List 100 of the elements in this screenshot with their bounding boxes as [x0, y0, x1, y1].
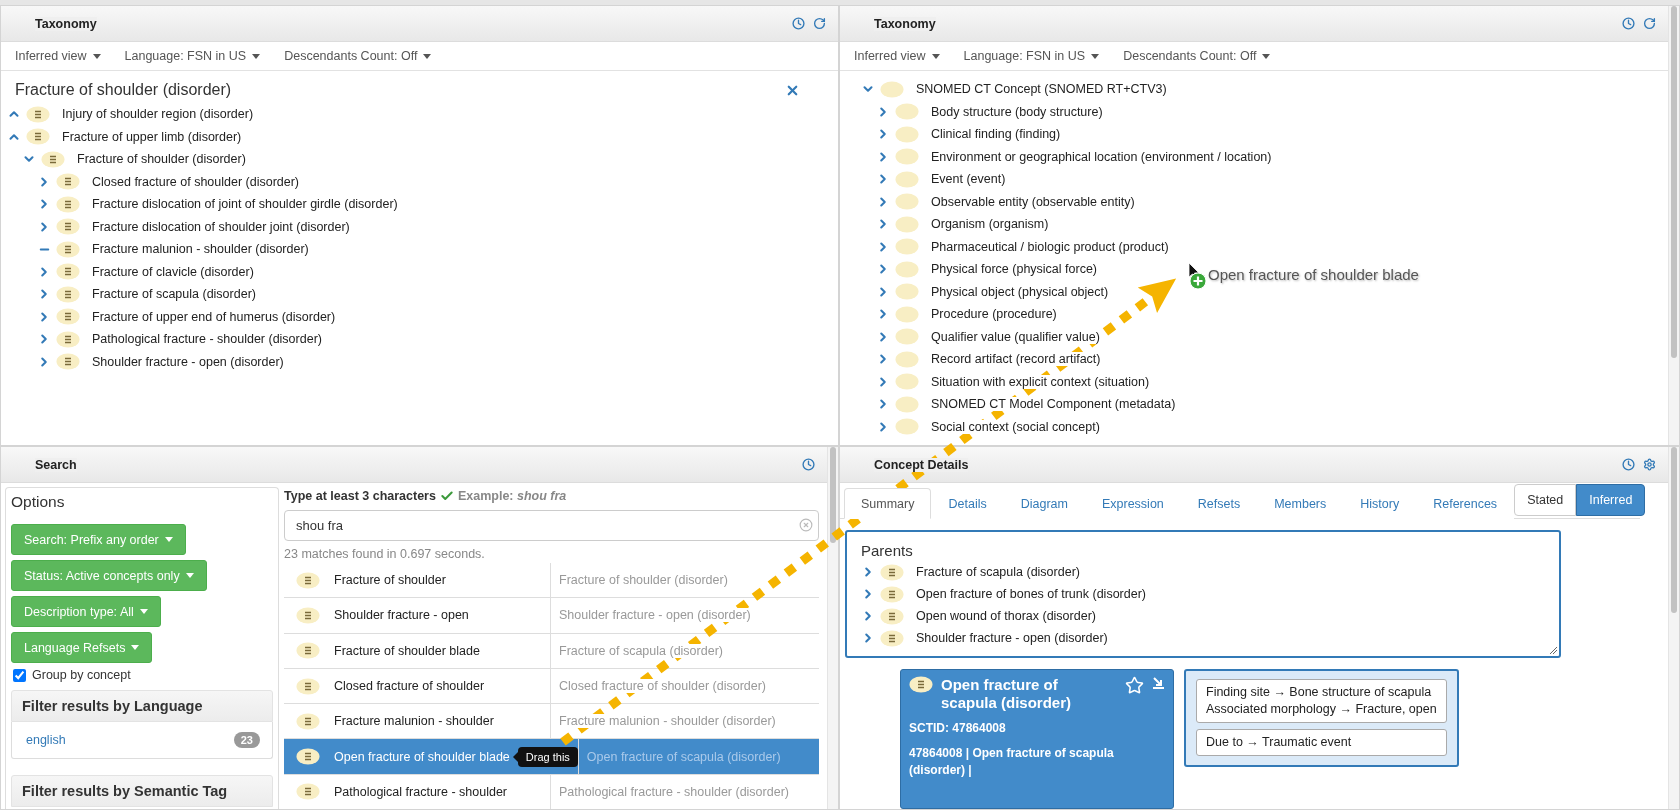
caret-icon [92, 53, 101, 59]
result-row[interactable]: Open fracture of shoulder blade Drag this Open fracture of scapula (disorder) [284, 739, 819, 775]
scrollbar[interactable] [827, 447, 838, 809]
scrollbar-thumb[interactable] [1671, 6, 1677, 358]
result-fsn: Shoulder fracture - open (disorder) [559, 608, 751, 623]
count-badge: 23 [233, 732, 260, 748]
caret-icon [164, 537, 173, 542]
result-row[interactable]: Shoulder fracture - open Shoulder fracture - open (disorder) [284, 598, 819, 634]
tree-item[interactable]: Closed fracture of shoulder (disorder) [92, 174, 300, 189]
scrollbar-thumb[interactable] [1671, 447, 1677, 613]
tree-item[interactable]: Fracture malunion - shoulder (disorder) [92, 242, 309, 257]
panel-title: Taxonomy [874, 16, 936, 31]
tree-item[interactable]: Record artifact (record artifact) [931, 352, 1101, 367]
dropdown-button[interactable]: Descendants Count: Off [1123, 49, 1271, 63]
scrollbar[interactable] [1668, 6, 1679, 445]
caret-icon [1262, 53, 1271, 59]
star-icon[interactable] [1125, 676, 1144, 695]
dropdown-button[interactable]: Descendants Count: Off [284, 49, 432, 63]
history-icon[interactable] [1622, 17, 1635, 30]
scrollbar[interactable] [1668, 447, 1679, 809]
panel-title: Concept Details [874, 457, 969, 472]
result-fsn: Fracture of scapula (disorder) [559, 643, 723, 658]
tree-item[interactable]: Fracture of upper end of humerus (disorder) [92, 309, 336, 324]
parent-concept[interactable]: Fracture of scapula (disorder) [916, 565, 1080, 579]
concept-id: SCTID: 47864008 [909, 720, 1007, 737]
tree-item[interactable]: Qualifier value (qualifier value) [931, 329, 1100, 344]
result-summary: 23 matches found in 0.697 seconds. [284, 547, 486, 561]
dropdown-button[interactable]: Language: FSN in US [124, 49, 261, 63]
filter-heading: Filter results by Language [11, 690, 273, 722]
tree-item[interactable]: Physical object (physical object) [931, 284, 1109, 299]
tree-item[interactable]: Pathological fracture - shoulder (disorder) [92, 332, 322, 347]
filter-link[interactable]: english [26, 733, 66, 747]
tree-item[interactable]: Physical force (physical force) [931, 262, 1098, 277]
tree-item[interactable]: Fracture of shoulder (disorder) [77, 152, 246, 167]
parent-concept[interactable]: Open wound of thorax (disorder) [916, 609, 1096, 623]
tree-item[interactable]: Social context (social concept) [931, 419, 1100, 434]
search-hint: Type at least 3 characters [284, 489, 436, 503]
concept-expression: 47864008 | Open fracture of scapula (disorder) | [909, 745, 1115, 779]
result-row[interactable]: Fracture of shoulder Fracture of shoulder (disorder) [284, 563, 819, 599]
parents-title: Parents [861, 542, 914, 559]
tree-item[interactable]: Fracture dislocation of joint of shoulder girdle (disorder) [92, 197, 398, 212]
tree-item[interactable]: Procedure (procedure) [931, 307, 1057, 322]
refresh-icon[interactable] [813, 17, 826, 30]
result-term: Closed fracture of shoulder [334, 679, 485, 694]
result-row[interactable]: Fracture malunion - shoulder Fracture malunion - shoulder (disorder) [284, 704, 819, 740]
export-icon[interactable] [1152, 676, 1165, 689]
panel-title: Search [35, 457, 77, 472]
result-term: Pathological fracture - shoulder [334, 784, 507, 799]
tree-item[interactable]: Pharmaceutical / biologic product (product) [931, 239, 1169, 254]
tree-item[interactable]: SNOMED CT Concept (SNOMED RT+CTV3) [916, 82, 1167, 97]
tree-item[interactable]: Situation with explicit context (situation) [931, 374, 1150, 389]
relationship: Associated morphology → Fracture, open [1206, 701, 1437, 718]
tree-item[interactable]: Fracture of clavicle (disorder) [92, 264, 254, 279]
panel-title: Taxonomy [35, 16, 97, 31]
result-fsn: Fracture malunion - shoulder (disorder) [559, 714, 776, 729]
tree-item[interactable]: Fracture of scapula (disorder) [92, 287, 256, 302]
result-term: Open fracture of shoulder blade [334, 749, 510, 764]
tree-item[interactable]: Organism (organism) [931, 217, 1049, 232]
parent-concept[interactable]: Open fracture of bones of trunk (disorder) [916, 587, 1146, 601]
history-icon[interactable] [792, 17, 805, 30]
settings-icon[interactable] [1643, 458, 1656, 471]
drag-label: Open fracture of shoulder blade [1208, 266, 1419, 283]
caret-icon [423, 53, 432, 59]
focus-concept-title: Fracture of shoulder (disorder) [15, 81, 232, 99]
tree-item[interactable]: Shoulder fracture - open (disorder) [92, 354, 284, 369]
tree-item[interactable]: Environment or geographical location (environment / location) [931, 149, 1272, 164]
result-row[interactable]: Closed fracture of shoulder Closed fracture of shoulder (disorder) [284, 668, 819, 705]
checkbox[interactable] [13, 668, 26, 682]
tree-item[interactable]: Fracture dislocation of shoulder joint (disorder) [92, 219, 350, 234]
parent-concept[interactable]: Shoulder fracture - open (disorder) [916, 631, 1108, 645]
tree-item[interactable]: Observable entity (observable entity) [931, 194, 1135, 209]
result-fsn: Fracture of shoulder (disorder) [559, 573, 728, 588]
tab[interactable]: Summary [844, 488, 932, 519]
scrollbar-thumb[interactable] [830, 447, 836, 543]
refresh-icon[interactable] [1643, 17, 1656, 30]
history-icon[interactable] [802, 458, 815, 471]
tree-item[interactable]: Event (event) [931, 172, 1006, 187]
search-field[interactable]: shou fra [284, 510, 819, 541]
dropdown-button[interactable]: Inferred view [854, 49, 940, 63]
view-toggle-button[interactable]: Stated [1514, 483, 1577, 516]
tree-item[interactable]: Body structure (body structure) [931, 104, 1103, 119]
caret-icon [139, 609, 148, 614]
dropdown-button[interactable]: Inferred view [15, 49, 101, 63]
relationship: Finding site → Bone structure of scapula [1206, 684, 1433, 701]
history-icon[interactable] [1622, 458, 1635, 471]
tree-item[interactable]: SNOMED CT Model Component (metadata) [931, 397, 1176, 412]
view-toggle-button[interactable]: Inferred [1576, 483, 1646, 516]
tree-item[interactable]: Injury of shoulder region (disorder) [62, 107, 254, 122]
caret-icon [185, 573, 194, 578]
dropdown-button[interactable]: Language: FSN in US [963, 49, 1100, 63]
resize-handle-icon[interactable] [1549, 646, 1558, 655]
result-row[interactable]: Fracture of shoulder blade Fracture of scapula (disorder) [284, 633, 819, 669]
caret-icon [252, 53, 261, 59]
caret-icon [931, 53, 940, 59]
result-fsn: Pathological fracture - shoulder (disorder) [559, 784, 789, 799]
tree-item[interactable]: Fracture of upper limb (disorder) [62, 129, 242, 144]
result-fsn: Open fracture of scapula (disorder) [586, 749, 781, 764]
result-term: Fracture of shoulder [334, 573, 446, 588]
result-fsn: Closed fracture of shoulder (disorder) [559, 679, 767, 694]
tree-item[interactable]: Clinical finding (finding) [931, 127, 1061, 142]
